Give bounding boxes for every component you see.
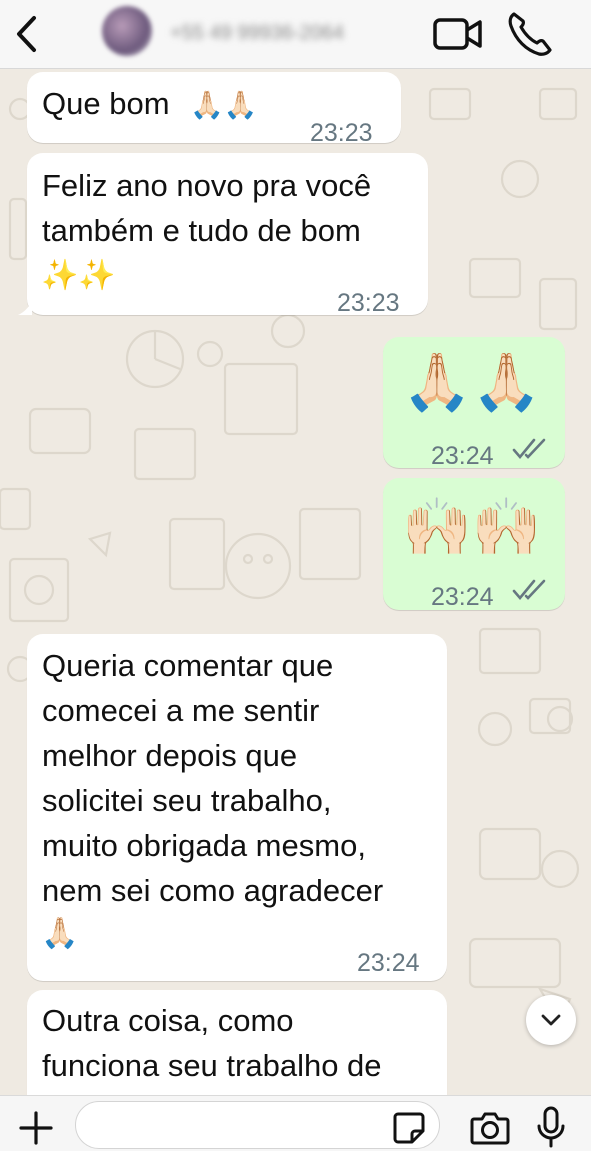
message-text: Feliz ano novo pra você também e tudo de… (42, 163, 371, 253)
message-line: Queria comentar que (42, 648, 334, 683)
message-time: 23:24 (431, 583, 494, 611)
message-composer (0, 1095, 591, 1151)
avatar[interactable] (102, 6, 152, 56)
scroll-to-bottom-button[interactable] (526, 995, 576, 1045)
plus-icon[interactable] (18, 1110, 54, 1146)
message-text: Que bom (42, 86, 170, 121)
contact-name[interactable]: +55 49 99936-2064 (170, 22, 420, 50)
double-check-icon (512, 438, 546, 460)
message-time: 23:24 (357, 949, 420, 977)
camera-icon[interactable] (470, 1110, 510, 1146)
emoji: 🙌🏻🙌🏻 (402, 495, 542, 560)
phone-call-icon[interactable] (506, 10, 554, 56)
message-time: 23:23 (310, 119, 373, 147)
message-line: melhor depois que (42, 738, 298, 773)
outgoing-message[interactable]: 🙌🏻🙌🏻 23:24 (383, 478, 565, 611)
message-time: 23:24 (431, 442, 494, 470)
chevron-left-icon[interactable] (12, 14, 42, 54)
chevron-down-icon (541, 1014, 561, 1026)
message-text: Queria comentar que comecei a me sentir … (42, 643, 383, 913)
video-call-icon[interactable] (432, 12, 484, 56)
message-text: Outra coisa, como funciona seu trabalho … (42, 998, 382, 1088)
message-line: nem sei como agradecer (42, 873, 384, 908)
incoming-message[interactable]: Queria comentar que comecei a me sentir … (27, 634, 447, 981)
message-line: também e tudo de bom (42, 213, 361, 248)
double-check-icon (512, 579, 546, 601)
incoming-message[interactable]: Feliz ano novo pra você também e tudo de… (18, 153, 428, 317)
bubble-tail (18, 301, 32, 315)
microphone-icon[interactable] (536, 1106, 566, 1148)
message-line: funciona seu trabalho de (42, 1048, 382, 1083)
message-input[interactable] (75, 1101, 440, 1149)
emoji: 🙏🏻🙏🏻 (190, 90, 258, 121)
emoji: 🙏🏻🙏🏻 (402, 350, 542, 415)
message-time: 23:23 (337, 289, 400, 317)
message-line: muito obrigada mesmo, (42, 828, 366, 863)
emoji: ✨✨ (41, 258, 116, 293)
message-line: comecei a me sentir (42, 693, 320, 728)
chat-area[interactable]: Que bom 🙏🏻🙏🏻 23:23 Feliz ano novo pra vo… (0, 69, 591, 1095)
incoming-message[interactable]: Outra coisa, como funciona seu trabalho … (27, 990, 447, 1095)
message-line: Outra coisa, como (42, 1003, 294, 1038)
incoming-message[interactable]: Que bom 🙏🏻🙏🏻 23:23 (27, 72, 401, 147)
message-line: Feliz ano novo pra você (42, 168, 372, 203)
message-line: solicitei seu trabalho, (42, 783, 332, 818)
outgoing-message[interactable]: 🙏🏻🙏🏻 23:24 (383, 337, 565, 470)
sticker-icon[interactable] (392, 1111, 426, 1145)
emoji: 🙏🏻 (41, 916, 79, 951)
chat-header: +55 49 99936-2064 (0, 0, 591, 69)
